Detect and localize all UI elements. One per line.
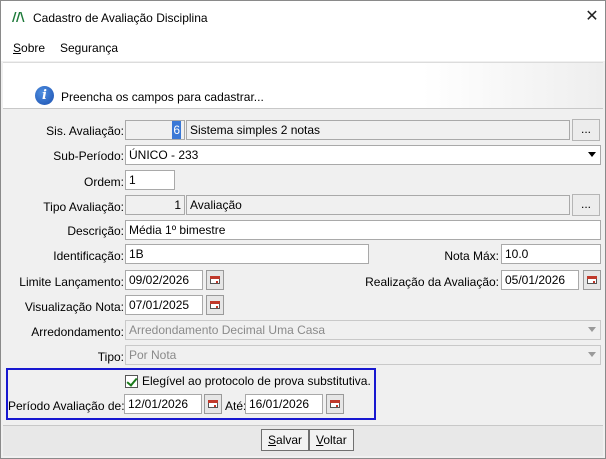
periodo-ate-input[interactable]: 16/01/2026 [245, 394, 323, 414]
arredondamento-select: Arredondamento Decimal Uma Casa [125, 320, 601, 340]
sub-periodo-value: ÚNICO - 233 [129, 148, 199, 162]
nota-max-label: Nota Máx: [444, 249, 499, 263]
tipo-avaliacao-text-field: Avaliação [186, 195, 570, 215]
sub-periodo-label: Sub-Período: [53, 149, 124, 163]
elegivel-label: Elegível ao protocolo de prova substitut… [142, 374, 371, 388]
calendar-icon[interactable] [204, 394, 222, 414]
title-bar: Cadastro de Avaliação Disciplina ✕ [1, 1, 605, 35]
save-accel: S [268, 433, 277, 447]
realizacao-avaliacao-input[interactable]: 05/01/2026 [501, 270, 579, 290]
info-icon: i [35, 86, 54, 105]
save-button[interactable]: Salvar [261, 429, 310, 451]
chevron-down-icon [588, 352, 596, 357]
sis-avaliacao-text-field: Sistema simples 2 notas [186, 120, 570, 140]
identificacao-input[interactable]: 1B [125, 244, 369, 264]
nota-max-input[interactable]: 10.0 [501, 244, 601, 264]
descricao-input[interactable]: Média 1º bimestre [125, 220, 601, 240]
info-panel: i Preencha os campos para cadastrar... [3, 62, 603, 109]
menu-sobre-accel: S [13, 41, 22, 55]
menu-seguranca[interactable]: Segurança [60, 41, 118, 55]
back-label: oltar [323, 433, 347, 447]
tipo-avaliacao-lookup-button[interactable]: ... [572, 194, 600, 216]
menu-bar: Sobre Segurança [1, 35, 605, 61]
sis-avaliacao-code: 6 [172, 121, 181, 139]
arredondamento-label: Arredondamento: [31, 325, 124, 339]
tipo-value: Por Nota [129, 348, 177, 362]
chevron-down-icon [588, 327, 596, 332]
visualizacao-nota-input[interactable]: 07/01/2025 [125, 295, 203, 315]
menu-sobre[interactable]: Sobre [13, 41, 45, 55]
info-message: Preencha os campos para cadastrar... [61, 90, 264, 104]
window-title: Cadastro de Avaliação Disciplina [33, 11, 208, 25]
arredondamento-value: Arredondamento Decimal Uma Casa [129, 323, 326, 337]
ordem-label: Ordem: [83, 175, 124, 189]
periodo-de-input[interactable]: 12/01/2026 [124, 394, 202, 414]
sub-periodo-select[interactable]: ÚNICO - 233 [125, 145, 601, 165]
back-button[interactable]: Voltar [309, 429, 354, 451]
tipo-label: Tipo: [97, 350, 124, 364]
sis-avaliacao-lookup-button[interactable]: ... [572, 119, 600, 141]
close-icon[interactable]: ✕ [583, 8, 601, 26]
chevron-down-icon [588, 152, 596, 157]
limite-lancamento-input[interactable]: 09/02/2026 [125, 270, 203, 290]
sis-avaliacao-code-field[interactable]: 6 [125, 120, 185, 140]
tipo-select: Por Nota [125, 345, 601, 365]
sis-avaliacao-label: Sis. Avaliação: [46, 124, 124, 138]
substitutiva-group: Elegível ao protocolo de prova substitut… [6, 368, 376, 420]
visualizacao-nota-label: Visualização Nota: [24, 300, 124, 314]
menu-sobre-label: obre [21, 41, 46, 55]
calendar-icon[interactable] [206, 295, 224, 315]
calendar-icon[interactable] [583, 270, 601, 290]
identificacao-label: Identificação: [53, 249, 124, 263]
periodo-ate-label: Até: [225, 399, 247, 413]
save-label: alvar [276, 433, 303, 447]
ordem-input[interactable]: 1 [125, 170, 175, 190]
dialog-window: Cadastro de Avaliação Disciplina ✕ Sobre… [0, 0, 606, 459]
limite-lancamento-label: Limite Lançamento: [19, 275, 124, 289]
realizacao-avaliacao-label: Realização da Avaliação: [365, 275, 499, 289]
calendar-icon[interactable] [326, 394, 344, 414]
tipo-avaliacao-code-field[interactable]: 1 [125, 195, 185, 215]
calendar-icon[interactable] [206, 270, 224, 290]
descricao-label: Descrição: [67, 224, 124, 238]
app-logo-icon [12, 12, 25, 22]
tipo-avaliacao-label: Tipo Avaliação: [43, 200, 124, 214]
button-bar: Salvar Voltar [3, 426, 603, 456]
elegivel-checkbox[interactable] [125, 375, 138, 388]
periodo-avaliacao-label: Período Avaliação de: [8, 399, 125, 413]
